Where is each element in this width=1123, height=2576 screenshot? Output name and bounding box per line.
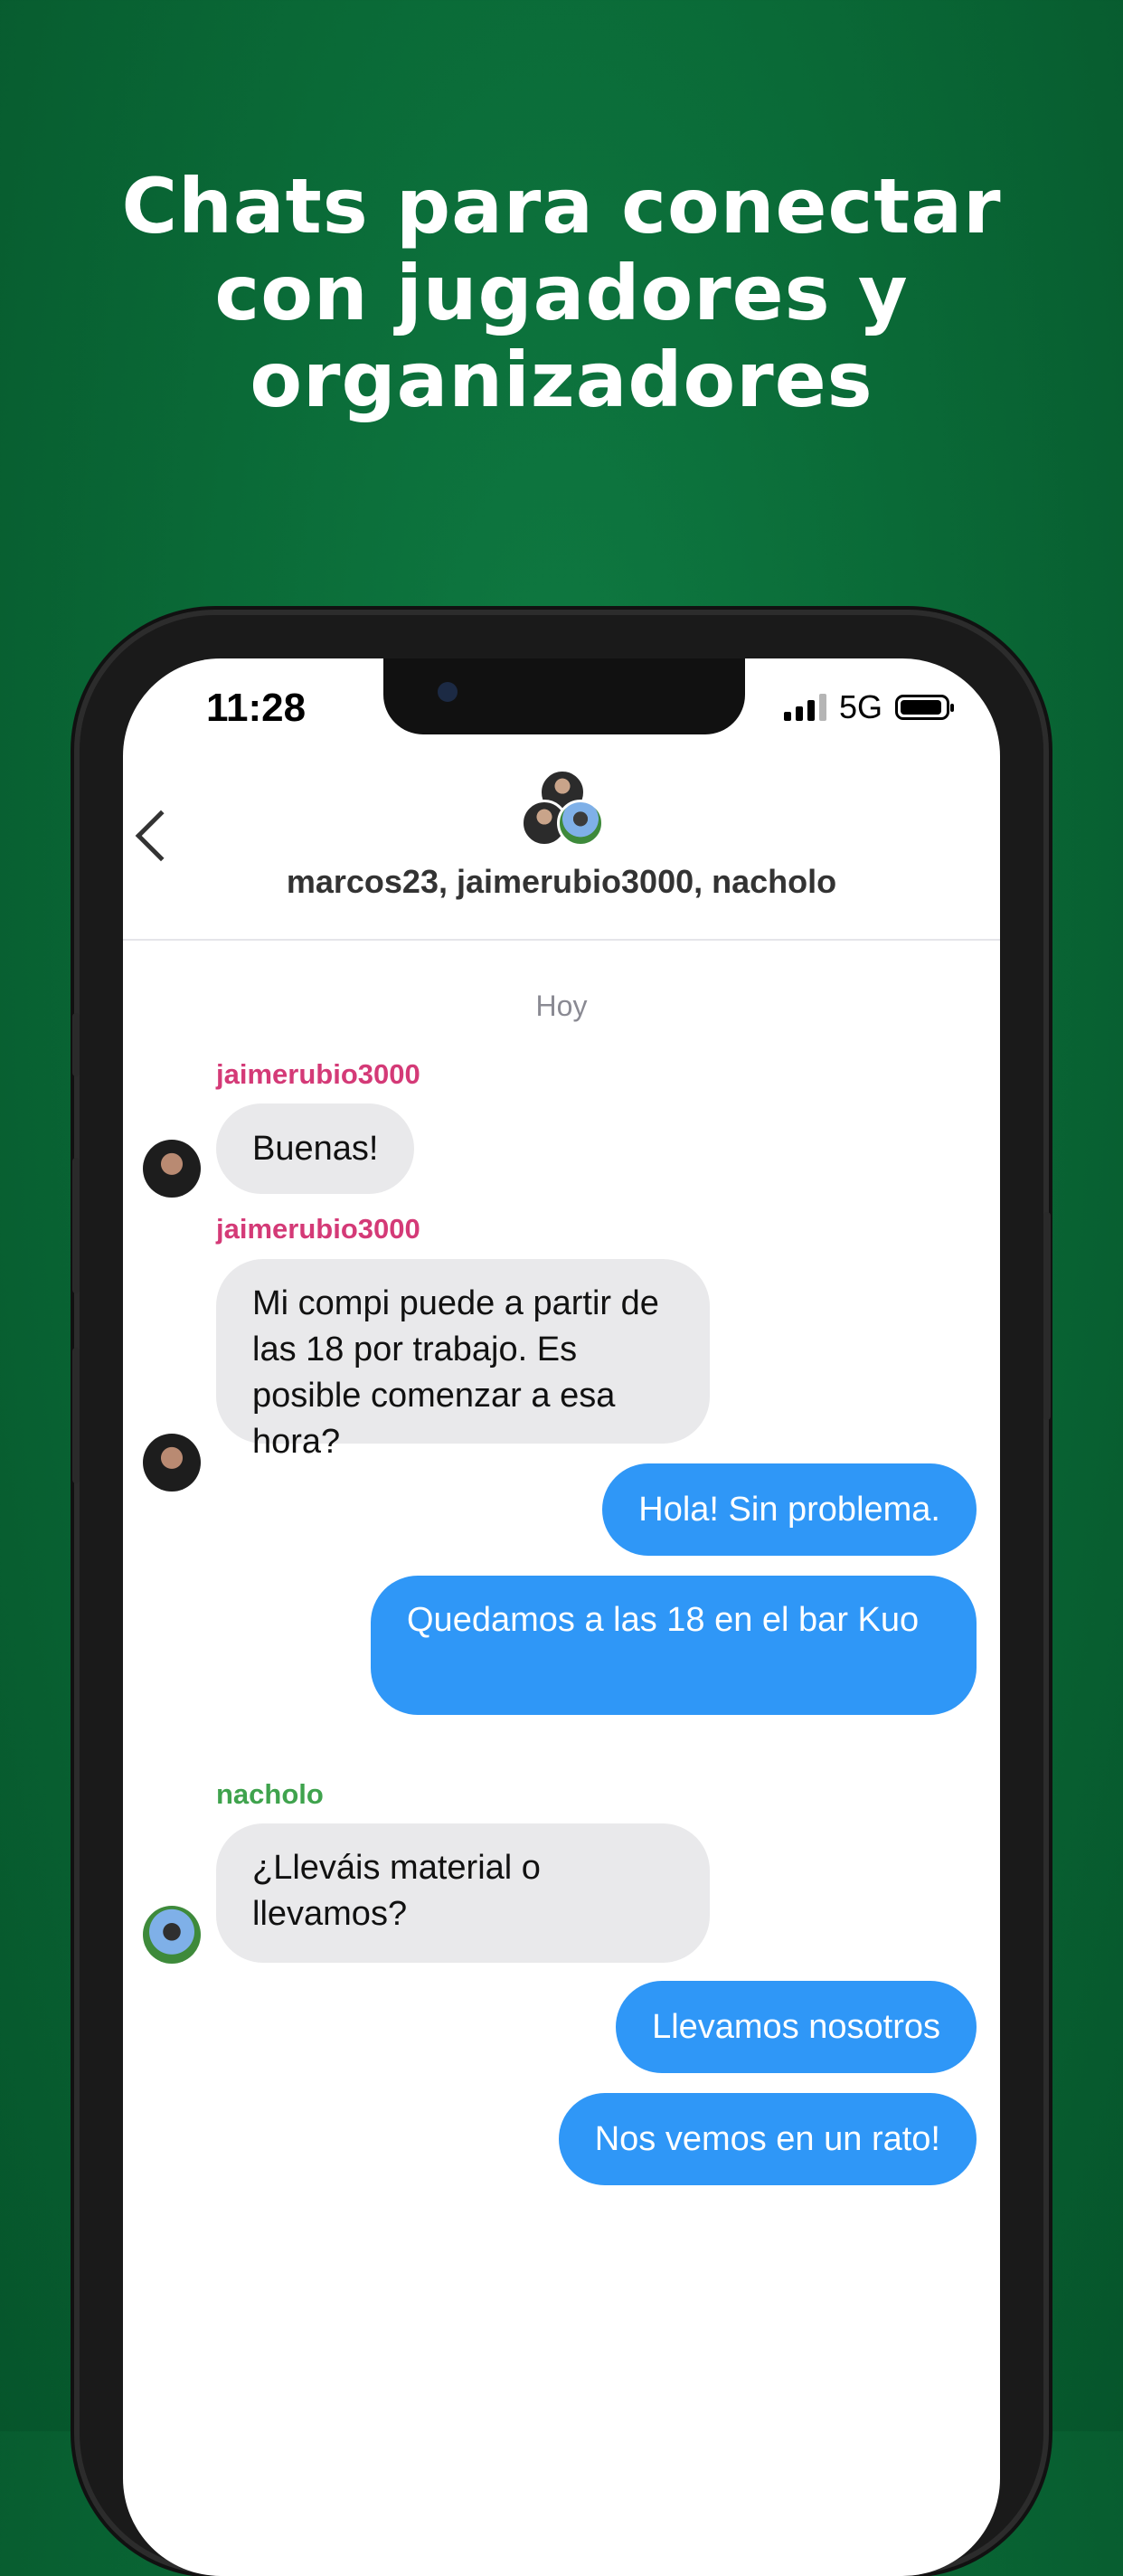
message-bubble-incoming[interactable]: Mi compi puede a partir de las 18 por tr… [216,1259,710,1461]
network-label: 5G [838,688,882,725]
back-chevron-icon[interactable] [135,810,187,862]
camera-icon [438,682,458,702]
date-separator: Hoy [535,990,588,1022]
message-sender: jaimerubio3000 [216,1058,420,1090]
headline-line-3: organizadores [250,336,873,424]
chat-header: marcos23, jaimerubio3000, nacholo [123,758,1000,941]
volume-down-button [72,1348,80,1483]
status-time: 11:28 [206,686,307,730]
volume-up-button [72,1158,80,1293]
sender-avatar[interactable] [143,1906,201,1964]
message-bubble-incoming[interactable]: ¿Lleváis material o llevamos? [216,1823,710,1963]
chat-title[interactable]: marcos23, jaimerubio3000, nacholo [123,863,1000,901]
message-bubble-incoming[interactable]: Buenas! [216,1103,415,1194]
message-bubble-outgoing[interactable]: Hola! Sin problema. [602,1463,977,1556]
phone-screen: 11:28 5G marcos23, jaimerubio3000, nacho… [123,658,1000,2576]
message-sender: jaimerubio3000 [216,1213,420,1245]
sender-avatar[interactable] [143,1434,201,1492]
notch [383,658,745,734]
sender-avatar[interactable] [143,1140,201,1198]
mute-switch [72,1013,80,1076]
group-avatar[interactable] [521,769,608,850]
headline: Chats para conectar con jugadores y orga… [0,163,1123,423]
signal-icon [783,694,826,721]
headline-line-2: con jugadores y [214,249,909,337]
message-sender: nacholo [216,1778,324,1810]
headline-line-1: Chats para conectar [121,162,1002,251]
battery-icon [895,695,954,720]
phone-frame: 11:28 5G marcos23, jaimerubio3000, nacho… [72,615,1051,2576]
avatar-nacholo [557,800,604,847]
message-bubble-outgoing[interactable]: Quedamos a las 18 en el bar Kuo [371,1576,977,1715]
message-bubble-outgoing[interactable]: Llevamos nosotros [616,1981,977,2073]
message-bubble-outgoing[interactable]: Nos vemos en un rato! [558,2093,977,2185]
status-indicators: 5G [783,688,954,725]
power-button [1043,1212,1051,1420]
